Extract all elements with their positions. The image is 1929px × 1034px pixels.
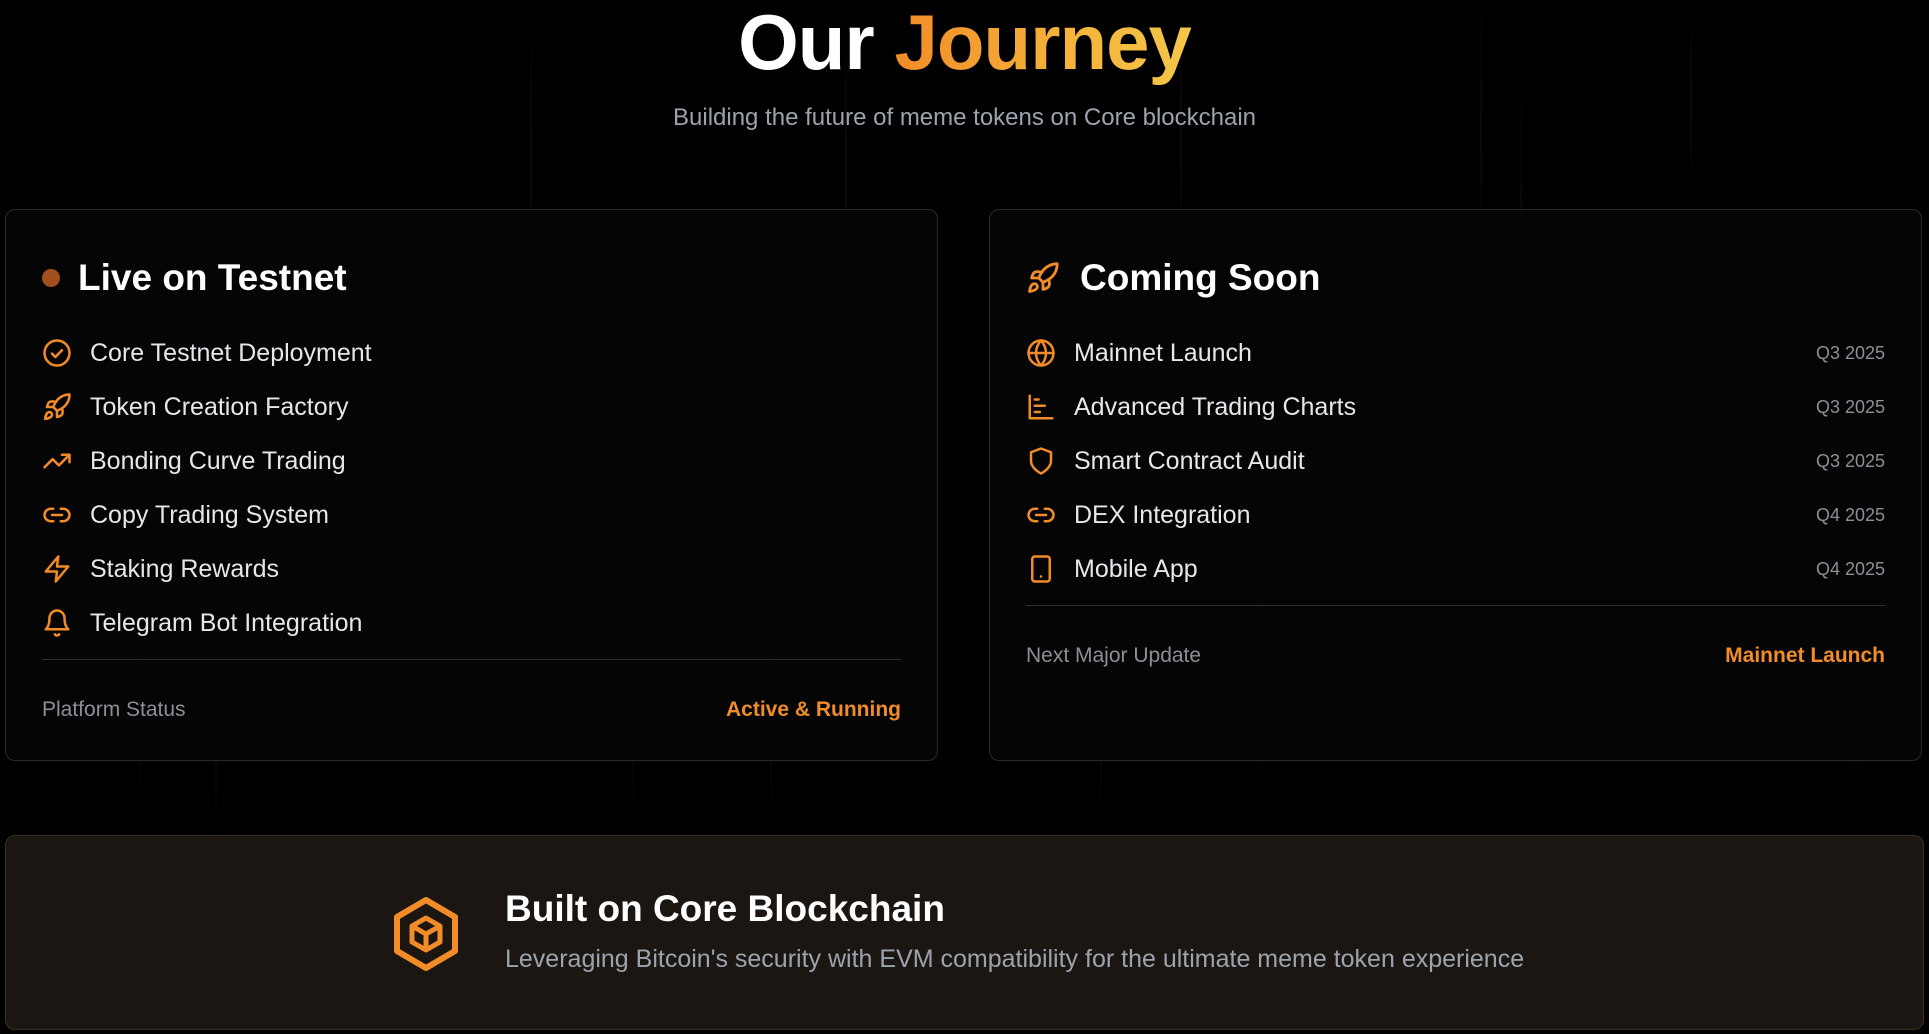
next-update-label: Next Major Update: [1026, 644, 1202, 667]
page-title-main: Our: [738, 0, 875, 86]
next-update-value: Mainnet Launch: [1725, 644, 1885, 667]
list-item: Token Creation Factory: [42, 380, 901, 434]
check-circle-icon: [42, 338, 72, 368]
list-item-label: DEX Integration: [1074, 500, 1251, 529]
link-icon: [1026, 500, 1056, 530]
page-title: Our Journey: [0, 0, 1929, 84]
platform-status-value: Active & Running: [725, 698, 901, 721]
lightning-icon: [42, 554, 72, 584]
live-on-testnet-card: Live on Testnet Core Testnet Deployment …: [5, 209, 938, 761]
list-item-label: Mobile App: [1074, 554, 1198, 583]
journey-section: Our Journey Building the future of meme …: [0, 0, 1929, 1034]
coming-soon-card: Coming Soon Mainnet Launch Q3 2025 Advan…: [989, 209, 1922, 761]
page-subtitle: Building the future of meme tokens on Co…: [673, 104, 1256, 131]
list-item: Bonding Curve Trading: [42, 434, 901, 488]
bar-chart-icon: [1026, 392, 1056, 422]
list-item-eta: Q4 2025: [1815, 504, 1885, 525]
platform-status-label: Platform Status: [42, 698, 186, 721]
banner-subtitle: Leveraging Bitcoin's security with EVM c…: [505, 945, 1525, 973]
list-item-label: Token Creation Factory: [90, 392, 349, 421]
list-item: Mainnet Launch Q3 2025: [1026, 326, 1885, 380]
banner-title: Built on Core Blockchain: [505, 888, 945, 929]
live-card-header: Live on Testnet: [42, 248, 347, 308]
list-item-label: Core Testnet Deployment: [90, 338, 372, 367]
list-item: DEX Integration Q4 2025: [1026, 488, 1885, 542]
globe-icon: [1026, 338, 1056, 368]
list-item-eta: Q3 2025: [1815, 342, 1885, 363]
core-blockchain-banner: Built on Core Blockchain Leveraging Bitc…: [5, 835, 1924, 1030]
list-item-label: Bonding Curve Trading: [90, 446, 346, 475]
list-item: Advanced Trading Charts Q3 2025: [1026, 380, 1885, 434]
rocket-icon: [42, 392, 72, 422]
list-item: Mobile App Q4 2025: [1026, 542, 1885, 596]
page-title-accent: Journey: [894, 0, 1191, 86]
list-item-eta: Q4 2025: [1815, 558, 1885, 579]
list-item-label: Telegram Bot Integration: [90, 608, 363, 637]
list-item-eta: Q3 2025: [1815, 396, 1885, 417]
list-item-label: Smart Contract Audit: [1074, 446, 1305, 475]
list-item: Smart Contract Audit Q3 2025: [1026, 434, 1885, 488]
list-item-eta: Q3 2025: [1815, 450, 1885, 471]
roadmap-list: Mainnet Launch Q3 2025 Advanced Trading …: [1026, 326, 1885, 596]
rocket-icon: [1026, 261, 1060, 295]
platform-status-row: Platform Status Active & Running: [42, 695, 901, 725]
card-divider: [1026, 605, 1885, 606]
cube-icon: [388, 896, 464, 972]
soon-card-title: Coming Soon: [1080, 257, 1321, 298]
list-item: Staking Rewards: [42, 542, 901, 596]
soon-card-header: Coming Soon: [1026, 248, 1320, 308]
link-icon: [42, 500, 72, 530]
bell-icon: [42, 608, 72, 638]
shield-icon: [1026, 446, 1056, 476]
trending-up-icon: [42, 446, 72, 476]
list-item-label: Staking Rewards: [90, 554, 279, 583]
list-item: Copy Trading System: [42, 488, 901, 542]
live-card-title: Live on Testnet: [78, 257, 347, 298]
status-dot: [42, 269, 60, 287]
card-divider: [42, 659, 901, 660]
list-item-label: Copy Trading System: [90, 500, 329, 529]
list-item: Telegram Bot Integration: [42, 596, 901, 650]
list-item: Core Testnet Deployment: [42, 326, 901, 380]
smartphone-icon: [1026, 554, 1056, 584]
live-feature-list: Core Testnet Deployment Token Creation F…: [42, 326, 901, 650]
list-item-label: Mainnet Launch: [1074, 338, 1252, 367]
list-item-label: Advanced Trading Charts: [1074, 392, 1357, 421]
next-update-row: Next Major Update Mainnet Launch: [1026, 641, 1885, 671]
